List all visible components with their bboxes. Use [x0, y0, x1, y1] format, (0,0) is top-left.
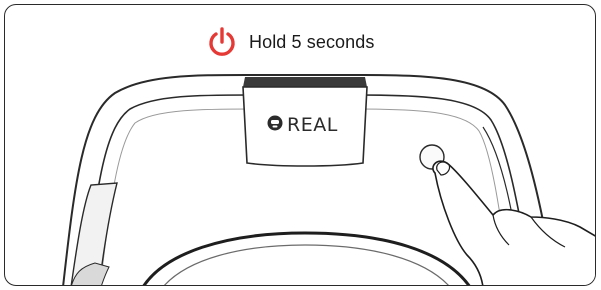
pressing-hand-icon	[432, 160, 595, 285]
bowl-rim-outer	[142, 231, 471, 285]
instruction-text: Hold 5 seconds	[249, 31, 375, 52]
brand-logo-icon	[267, 115, 283, 131]
finger	[432, 160, 595, 285]
instruction-caption: Hold 5 seconds	[205, 23, 374, 61]
brand-label: REAL	[287, 114, 338, 136]
illustration-frame: REAL Hold 5 seconds	[4, 4, 596, 286]
power-icon	[209, 27, 235, 56]
logo-plate-top	[243, 77, 367, 87]
bowl-rim-inner	[164, 244, 449, 285]
